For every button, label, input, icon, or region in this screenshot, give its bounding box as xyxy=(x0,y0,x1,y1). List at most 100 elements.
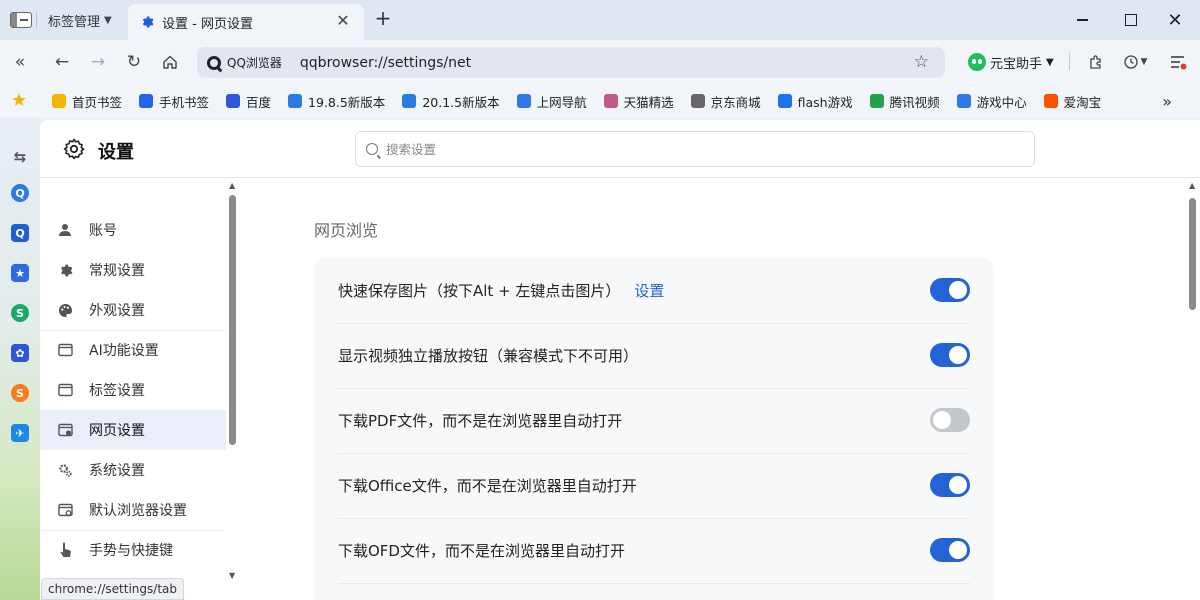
tab-group-button[interactable]: 标签管理 ▼ xyxy=(36,8,118,32)
more-bookmarks-icon[interactable]: » xyxy=(1162,92,1172,111)
setting-toggle[interactable] xyxy=(930,343,970,367)
qq-browser-icon[interactable]: Q xyxy=(11,224,29,242)
tab-settings[interactable]: 设置 - 网页设置 ✕ xyxy=(128,4,364,40)
taobao-icon xyxy=(1043,94,1058,108)
bookmark-label: 上网导航 xyxy=(536,94,587,110)
bookmark-item[interactable]: 上网导航 xyxy=(516,92,587,111)
bookmark-item[interactable]: 京东商城 xyxy=(690,92,761,111)
bookmark-item[interactable]: 20.1.5新版本 xyxy=(402,92,500,111)
settings-search[interactable] xyxy=(355,131,1035,167)
sidebar-item[interactable]: 手势与快捷键 xyxy=(40,530,226,570)
search-input[interactable] xyxy=(386,141,986,157)
setting-toggle[interactable] xyxy=(930,278,970,302)
setting-row: 下载PDF文件，而不是在浏览器里自动打开 xyxy=(338,388,970,453)
qq-browser-icon xyxy=(402,94,417,108)
setting-toggle[interactable] xyxy=(930,408,970,432)
setting-row: 显示视频独立播放按钮（兼容模式下不可用） xyxy=(338,323,970,388)
sidebar-divider xyxy=(40,530,226,531)
bookmark-label: 腾讯视频 xyxy=(889,94,940,110)
baidu-icon[interactable]: ✿ xyxy=(11,344,29,362)
hand-icon xyxy=(56,541,74,559)
sidebar-item[interactable]: 外观设置 xyxy=(40,290,226,330)
home-button[interactable] xyxy=(158,50,182,74)
row-divider xyxy=(338,583,970,584)
sidebar-item[interactable]: 网页设置 xyxy=(40,410,226,450)
tab-group-label: 标签管理 xyxy=(48,14,101,30)
sidebar-item[interactable]: 默认浏览器设置 xyxy=(40,490,226,530)
section-title: 网页浏览 xyxy=(314,221,379,240)
vertical-tabs-icon[interactable] xyxy=(10,12,32,28)
setting-row: 下载Office文件，而不是在浏览器里自动打开 xyxy=(338,453,970,518)
bookmark-label: 百度 xyxy=(246,94,272,110)
sidebar-item[interactable]: AI功能设置 xyxy=(40,330,226,370)
address-bar[interactable]: QQ浏览器 qqbrowser://settings/net ☆ xyxy=(197,47,945,78)
sidebar-scrollbar[interactable]: ▲ ▼ xyxy=(228,179,238,600)
app-icon[interactable]: S xyxy=(11,384,29,402)
back-button[interactable]: ← xyxy=(50,50,74,74)
switch-icon[interactable]: ⇆ xyxy=(11,148,29,166)
extensions-icon[interactable] xyxy=(1084,50,1108,74)
bookmark-item[interactable]: 腾讯视频 xyxy=(869,92,940,111)
status-url: chrome://settings/tab xyxy=(41,578,184,600)
page-title: 设置 xyxy=(98,142,134,163)
sidebar-item[interactable]: 系统设置 xyxy=(40,450,226,490)
setting-label: 下载PDF文件，而不是在浏览器里自动打开 xyxy=(338,412,623,430)
new-tab-button[interactable]: + xyxy=(373,8,393,30)
bookmark-item[interactable]: 19.8.5新版本 xyxy=(288,92,385,111)
history-button[interactable]: ▼ xyxy=(1120,50,1150,74)
tab-title: 设置 - 网页设置 xyxy=(162,16,253,32)
scrollbar-thumb[interactable] xyxy=(1189,198,1196,310)
toolbar: « ← → ↻ QQ浏览器 qqbrowser://settings/net ☆… xyxy=(0,40,1200,84)
setting-row: 快速保存图片（按下Alt + 左键点击图片） 设置 xyxy=(338,258,970,323)
flash-icon xyxy=(777,94,792,108)
qq-browser-icon xyxy=(956,94,971,108)
sidebar-item-label: 标签设置 xyxy=(89,383,145,399)
bookmark-star-icon[interactable]: ☆ xyxy=(914,52,929,72)
content-scrollbar[interactable]: ▲ xyxy=(1188,179,1198,600)
chevron-down-icon: ▼ xyxy=(1046,56,1054,68)
sidebar-item[interactable]: 账号 xyxy=(40,210,226,250)
bookmark-item[interactable]: 首页书签 xyxy=(52,92,122,111)
bookmark-label: flash游戏 xyxy=(797,94,853,110)
reload-button[interactable]: ↻ xyxy=(122,50,146,74)
sidebar-item[interactable]: 常规设置 xyxy=(40,250,226,290)
close-tab-icon[interactable]: ✕ xyxy=(334,12,352,30)
settings-header: 设置 xyxy=(40,120,1200,178)
close-window-button[interactable]: ✕ xyxy=(1163,8,1187,32)
scroll-up-icon[interactable]: ▲ xyxy=(229,181,235,190)
app-icon[interactable]: S xyxy=(11,304,29,322)
bookmark-item[interactable]: 爱淘宝 xyxy=(1043,92,1101,111)
menu-button[interactable] xyxy=(1166,50,1190,74)
sidebar-item[interactable]: 标签设置 xyxy=(40,370,226,410)
assistant-button[interactable]: 元宝助手 ▼ xyxy=(968,50,1054,74)
webpage-icon xyxy=(56,421,74,439)
minimize-button[interactable] xyxy=(1070,8,1094,32)
bookmark-item[interactable]: flash游戏 xyxy=(777,92,853,111)
chevron-down-icon: ▼ xyxy=(1140,57,1148,67)
bookmark-item[interactable]: 手机书签 xyxy=(139,92,209,111)
window-icon xyxy=(56,341,74,359)
forward-button[interactable]: → xyxy=(86,50,110,74)
app-icon[interactable]: ✈ xyxy=(11,424,29,442)
bookmark-label: 首页书签 xyxy=(72,94,123,110)
favorites-star-icon[interactable]: ★ xyxy=(11,90,27,111)
setting-toggle[interactable] xyxy=(930,473,970,497)
settings-content: 网页浏览 快速保存图片（按下Alt + 左键点击图片） 设置 显示视频独立播放按钮（… xyxy=(240,179,1186,600)
scroll-down-icon[interactable]: ▼ xyxy=(229,571,235,580)
maximize-button[interactable] xyxy=(1119,8,1143,32)
scrollbar-thumb[interactable] xyxy=(229,195,236,445)
assistant-label: 元宝助手 xyxy=(990,56,1043,72)
app-icon[interactable]: ★ xyxy=(11,264,29,282)
setting-toggle[interactable] xyxy=(930,538,970,562)
collapse-sidebar-icon[interactable]: « xyxy=(8,50,32,74)
setting-link[interactable]: 设置 xyxy=(634,280,664,301)
bookmark-item[interactable]: 游戏中心 xyxy=(956,92,1027,111)
qq-browser-icon[interactable]: Q xyxy=(11,184,29,202)
sidebar-item-label: 网页设置 xyxy=(89,423,145,439)
bookmark-item[interactable]: 天猫精选 xyxy=(603,92,674,111)
menu-icon xyxy=(1171,56,1187,70)
scroll-up-icon[interactable]: ▲ xyxy=(1189,181,1195,190)
search-icon xyxy=(366,143,378,155)
bookmark-item[interactable]: 百度 xyxy=(226,92,271,111)
address-url[interactable]: qqbrowser://settings/net xyxy=(300,55,471,71)
